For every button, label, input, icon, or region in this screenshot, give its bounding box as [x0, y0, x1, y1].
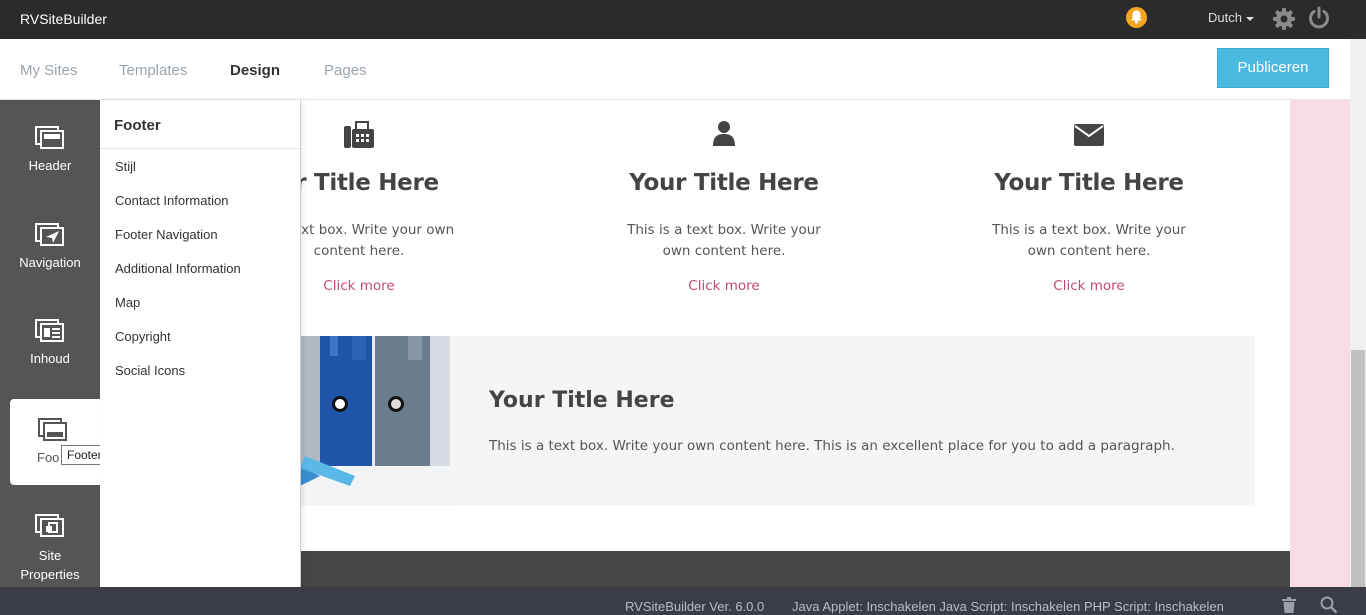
sidebar-item-inhoud[interactable]: Inhoud: [0, 319, 100, 409]
tab-pages[interactable]: Pages: [324, 62, 367, 79]
content-banner[interactable]: Your Title Here This is a text box. Writ…: [300, 336, 1255, 506]
submenu-item-additional-information[interactable]: Additional Information: [100, 251, 300, 285]
feature-column[interactable]: Your Title Here This is a text box. Writ…: [959, 100, 1219, 294]
submenu-item-stijl[interactable]: Stijl: [100, 149, 300, 183]
submenu-item-copyright[interactable]: Copyright: [100, 319, 300, 353]
envelope-icon: [959, 120, 1219, 150]
submenu-item-footer-navigation[interactable]: Footer Navigation: [100, 217, 300, 251]
power-icon[interactable]: [1307, 6, 1331, 35]
sidebar-item-label: Site: [38, 548, 62, 563]
sidebar-item-label: Header: [28, 158, 72, 173]
binders-photo: [300, 336, 450, 506]
sidebar-item-label: Properties: [20, 567, 80, 582]
language-dropdown[interactable]: Dutch: [1208, 10, 1254, 25]
tab-design[interactable]: Design: [230, 62, 280, 79]
tab-templates[interactable]: Templates: [119, 62, 187, 79]
scripts-status: Java Applet: Inschakelen Java Script: In…: [792, 599, 1224, 614]
click-more-link[interactable]: Click more: [594, 278, 854, 294]
click-more-link[interactable]: Click more: [959, 278, 1219, 294]
sidebar-item-label: Inhoud: [30, 351, 70, 366]
content-icon: [35, 319, 64, 342]
banner-text: This is a text box. Write your own conte…: [489, 438, 1175, 454]
banner-title: Your Title Here: [489, 388, 675, 413]
chevron-down-icon: [1245, 16, 1254, 21]
submenu-item-social-icons[interactable]: Social Icons: [100, 353, 300, 387]
language-label: Dutch: [1208, 10, 1242, 25]
sidebar-item-navigation[interactable]: Navigation: [0, 223, 100, 313]
sidebar-item-header[interactable]: Header: [0, 126, 100, 216]
header-icon: [35, 126, 64, 149]
feature-text: This is a text box. Write your own conte…: [627, 222, 821, 259]
search-icon[interactable]: [1320, 596, 1338, 615]
user-icon: [594, 120, 854, 150]
footer-submenu: Footer Stijl Contact Information Footer …: [100, 100, 301, 587]
feature-title: Your Title Here: [629, 170, 819, 196]
submenu-item-contact-information[interactable]: Contact Information: [100, 183, 300, 217]
submenu-title: Footer: [100, 100, 300, 149]
site-properties-icon: [35, 514, 64, 537]
main-nav: My Sites Templates Design Pages Publicer…: [0, 39, 1350, 100]
tab-my-sites[interactable]: My Sites: [20, 62, 78, 79]
status-bar: RVSiteBuilder Ver. 6.0.0 Java Applet: In…: [0, 587, 1366, 615]
feature-title: Your Title Here: [994, 170, 1184, 196]
version-label: RVSiteBuilder Ver. 6.0.0: [625, 599, 765, 614]
gear-icon[interactable]: [1272, 7, 1296, 36]
canvas-side-strip: [1290, 100, 1350, 587]
footer-icon: [38, 418, 67, 441]
app-title: RVSiteBuilder: [20, 11, 107, 27]
feature-text: This is a text box. Write your own conte…: [992, 222, 1186, 259]
navigation-icon: [35, 223, 64, 246]
trash-icon[interactable]: [1282, 597, 1296, 615]
sidebar-item-label: Navigation: [19, 255, 81, 270]
bell-icon[interactable]: [1126, 7, 1147, 28]
top-bar: RVSiteBuilder Dutch: [0, 0, 1366, 39]
submenu-item-map[interactable]: Map: [100, 285, 300, 319]
publish-button[interactable]: Publiceren: [1217, 48, 1329, 88]
design-sidebar: Header Navigation Inhoud Foo Site Proper…: [0, 100, 102, 587]
feature-column[interactable]: Your Title Here This is a text box. Writ…: [594, 100, 854, 294]
sidebar-item-footer[interactable]: Foo: [10, 399, 102, 485]
scrollbar-thumb[interactable]: [1351, 350, 1365, 587]
